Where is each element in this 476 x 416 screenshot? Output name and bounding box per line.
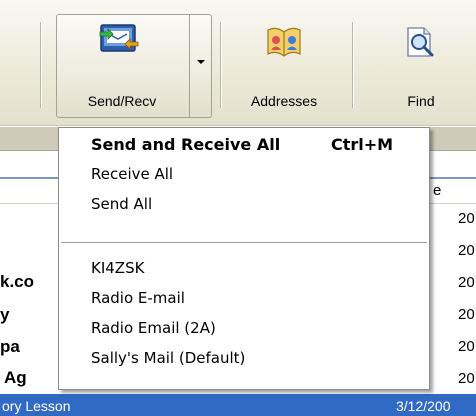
menu-item-label: Send All <box>91 195 153 213</box>
send-receive-icon[interactable] <box>98 22 140 54</box>
menu-item-send-and-receive-all[interactable]: Send and Receive All Ctrl+M <box>60 131 428 159</box>
menu-item-account-ki4zsk[interactable]: KI4ZSK <box>60 254 428 282</box>
toolbar-separator <box>40 22 41 108</box>
message-row-date[interactable]: 20 <box>458 210 475 227</box>
message-row-date[interactable]: 20 <box>458 370 475 387</box>
send-recv-label[interactable]: Send/Recv <box>58 93 186 109</box>
menu-item-shortcut: Ctrl+M <box>331 135 394 154</box>
menu-separator <box>61 242 427 243</box>
find-label[interactable]: Find <box>396 93 446 109</box>
selected-row-subject: ory Lesson <box>2 398 71 414</box>
column-header-fragment: e <box>433 182 442 199</box>
menu-item-label: Receive All <box>91 165 174 183</box>
selected-row-date: 3/12/200 <box>396 398 451 414</box>
message-row-sender[interactable]: y <box>0 305 9 325</box>
message-row-date[interactable]: 20 <box>458 306 475 323</box>
menu-item-label: Sally's Mail (Default) <box>91 349 246 367</box>
menu-item-send-all[interactable]: Send All <box>60 190 428 218</box>
menu-item-label: Radio E-mail <box>91 289 185 307</box>
menu-item-account-radio-email-2a[interactable]: Radio Email (2A) <box>60 314 428 342</box>
message-row-sender[interactable]: Ag <box>4 368 27 388</box>
menu-item-label: Radio Email (2A) <box>91 319 216 337</box>
addresses-label[interactable]: Addresses <box>236 93 332 109</box>
toolbar-separator <box>352 22 353 108</box>
message-row-date[interactable]: 20 <box>458 338 475 355</box>
message-row-sender[interactable]: pa <box>0 337 20 357</box>
menu-item-receive-all[interactable]: Receive All <box>60 160 428 188</box>
message-row-date[interactable]: 20 <box>458 274 475 291</box>
message-row-sender[interactable]: k.co <box>0 272 34 292</box>
find-icon[interactable] <box>402 24 438 60</box>
menu-item-label: Send and Receive All <box>91 135 281 154</box>
menu-item-account-radio-e-mail[interactable]: Radio E-mail <box>60 284 428 312</box>
toolbar-separator <box>220 22 221 108</box>
send-recv-dropdown-menu: Send and Receive All Ctrl+M Receive All … <box>58 127 430 390</box>
dropdown-arrow-icon[interactable] <box>197 60 205 64</box>
menu-item-label: KI4ZSK <box>91 259 145 277</box>
address-book-icon[interactable] <box>264 24 304 60</box>
split-button-divider <box>189 15 190 117</box>
message-row-date[interactable]: 20 <box>458 242 475 259</box>
menu-item-account-sallys-mail[interactable]: Sally's Mail (Default) <box>60 344 428 372</box>
